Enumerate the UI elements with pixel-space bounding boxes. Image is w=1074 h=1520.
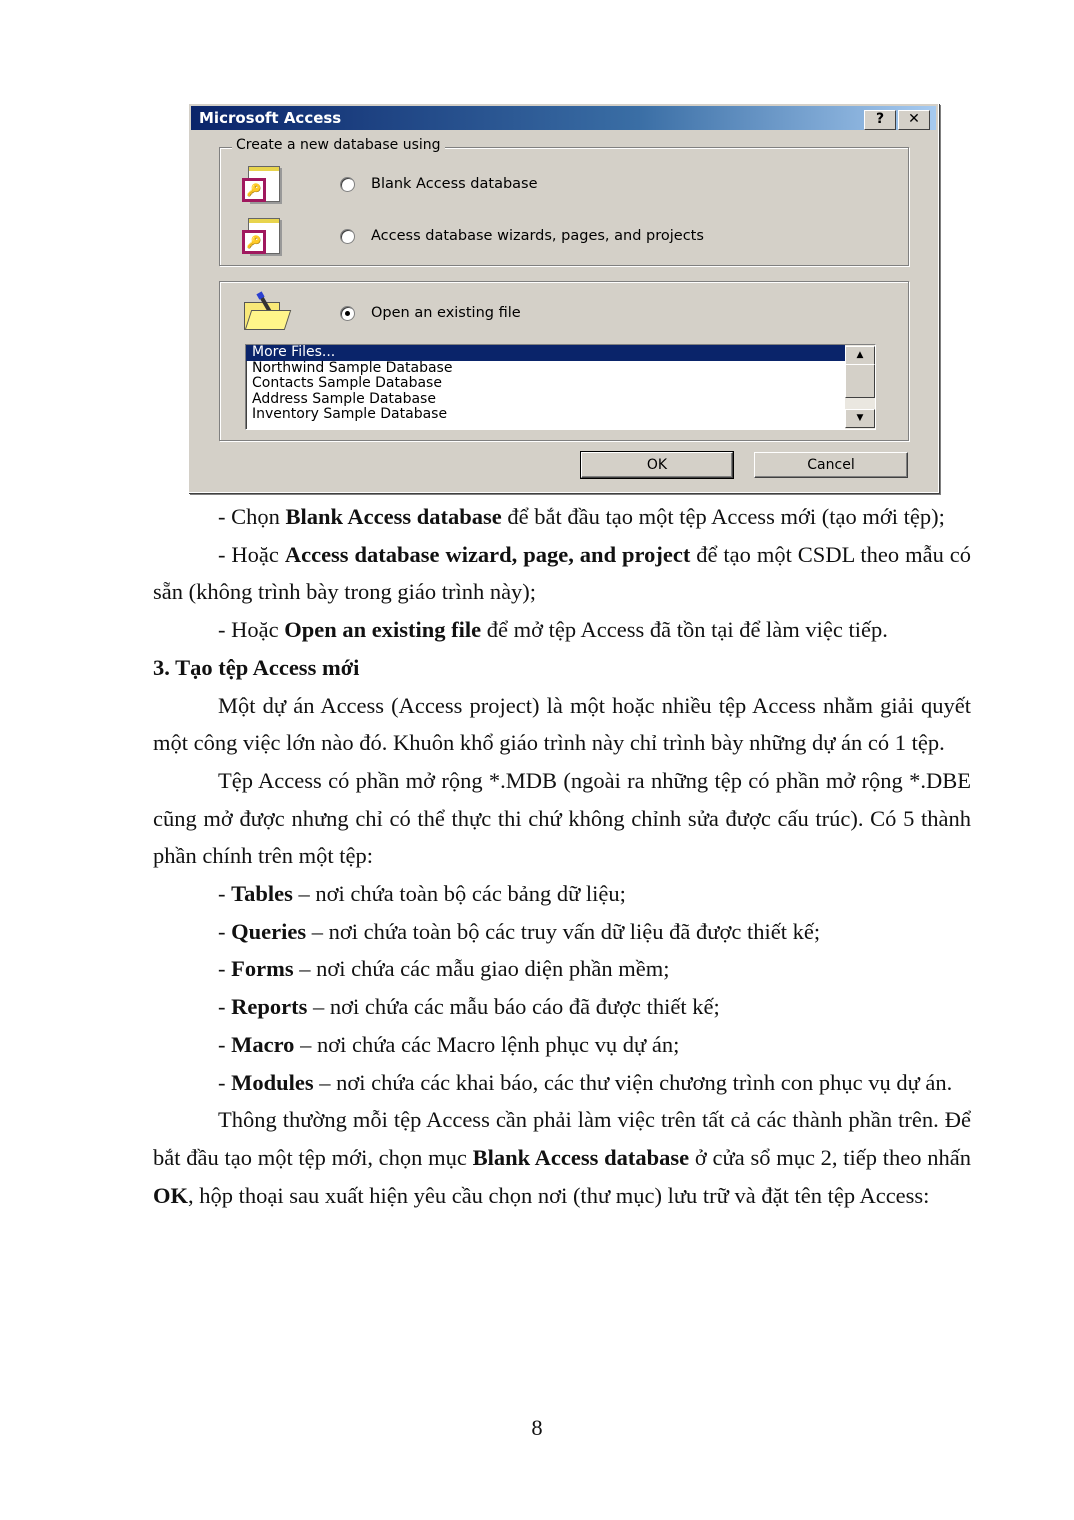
open-existing-file-label: Open an existing file: [371, 305, 521, 321]
component-queries: - Queries – nơi chứa toàn bộ các truy vấ…: [153, 913, 971, 951]
text: để mở tệp Access đã tồn tại để làm việc …: [481, 617, 888, 643]
recent-files-list[interactable]: More Files... Northwind Sample Database …: [245, 344, 876, 430]
text: , hộp thoại sau xuất hiện yêu cầu chọn n…: [188, 1182, 930, 1208]
open-existing-file-radio[interactable]: [340, 305, 355, 321]
cancel-button[interactable]: Cancel: [754, 452, 908, 478]
microsoft-access-dialog: Microsoft Access ? ✕ Create a new databa…: [188, 103, 939, 493]
text: – nơi chứa toàn bộ các truy vấn dữ liệu …: [306, 918, 821, 944]
paragraph-access-project: Một dự án Access (Access project) là một…: [153, 692, 971, 756]
bold-term: Blank Access database: [472, 1144, 690, 1170]
page-number: 8: [531, 1415, 543, 1440]
text: – nơi chứa toàn bộ các bảng dữ liệu;: [292, 881, 626, 907]
key-icon: 🔑: [242, 230, 266, 254]
text: - Hoặc: [218, 541, 285, 567]
component-forms: - Forms – nơi chứa các mẫu giao diện phầ…: [153, 950, 971, 988]
text: -: [218, 994, 232, 1020]
list-item-address[interactable]: Address Sample Database: [246, 391, 875, 408]
option-database-wizards[interactable]: Access database wizards, pages, and proj…: [340, 228, 704, 244]
list-item-inventory[interactable]: Inventory Sample Database: [246, 406, 875, 423]
section-heading: 3. Tạo tệp Access mới: [153, 654, 360, 680]
text: - Hoặc: [218, 617, 285, 643]
list-item-more-files[interactable]: More Files...: [246, 345, 845, 361]
text: – nơi chứa các mẫu giao diện phần mềm;: [293, 956, 670, 982]
bold-term: Modules: [231, 1069, 314, 1095]
blank-database-label: Blank Access database: [371, 176, 538, 192]
text: -: [218, 956, 232, 982]
component-macro: - Macro – nơi chứa các Macro lệnh phục v…: [153, 1026, 971, 1064]
bold-term: Forms: [231, 956, 294, 982]
database-wizards-label: Access database wizards, pages, and proj…: [371, 228, 704, 244]
create-group-legend: Create a new database using: [232, 137, 445, 153]
list-item-northwind[interactable]: Northwind Sample Database: [246, 360, 875, 377]
option-blank-database[interactable]: Blank Access database: [340, 176, 538, 192]
paragraph-create-new-file: Thông thường mỗi tệp Access cần phải làm…: [153, 1101, 971, 1214]
paragraph-file-extension: Tệp Access có phần mở rộng *.MDB (ngoài …: [153, 767, 971, 869]
dialog-titlebar[interactable]: Microsoft Access ? ✕: [191, 106, 936, 130]
text: ở cửa sổ mục 2, tiếp theo nhấn: [689, 1144, 971, 1170]
bold-term: Reports: [231, 994, 308, 1020]
text: – nơi chứa các khai báo, các thư viện ch…: [313, 1069, 953, 1095]
database-wizard-icon: 🔑: [242, 218, 282, 256]
folder-front: [244, 310, 292, 330]
text: -: [218, 881, 232, 907]
text: -: [218, 918, 232, 944]
dialog-title: Microsoft Access: [199, 109, 342, 127]
bold-term: Open an existing file: [284, 617, 482, 643]
bullet-database-wizard: - Hoặc Access database wizard, page, and…: [153, 536, 971, 611]
database-wizards-radio[interactable]: [340, 228, 355, 244]
blank-database-icon: 🔑: [242, 166, 282, 204]
option-open-existing-file[interactable]: Open an existing file: [340, 305, 521, 321]
bold-term: Queries: [231, 918, 307, 944]
bold-term: Blank Access database: [285, 504, 502, 529]
text: -: [218, 1031, 232, 1057]
ok-button[interactable]: OK: [580, 451, 734, 479]
component-tables: - Tables – nơi chứa toàn bộ các bảng dữ …: [153, 875, 971, 913]
bold-term: Macro: [231, 1031, 295, 1057]
text: – nơi chứa các Macro lệnh phục vụ dự án;: [294, 1031, 680, 1057]
scroll-up-arrow-icon[interactable]: ▲: [845, 346, 875, 365]
list-item-contacts[interactable]: Contacts Sample Database: [246, 375, 875, 392]
component-reports: - Reports – nơi chứa các mẫu báo cáo đã …: [153, 988, 971, 1026]
open-folder-icon: [244, 294, 292, 330]
bold-term: Access database wizard, page, and projec…: [284, 541, 691, 567]
bullet-open-existing: - Hoặc Open an existing file để mở tệp A…: [153, 611, 971, 649]
key-icon: 🔑: [242, 178, 266, 202]
scroll-thumb[interactable]: [845, 364, 875, 398]
bold-term: OK: [153, 1182, 189, 1208]
bullet-blank-database: - Chọn Blank Access database để bắt đầu …: [153, 498, 971, 536]
text: - Chọn: [218, 504, 286, 529]
create-database-group: Create a new database using 🔑 Blank Acce…: [219, 137, 909, 266]
blank-database-radio[interactable]: [340, 176, 355, 192]
close-button[interactable]: ✕: [898, 110, 930, 130]
text: để bắt đầu tạo một tệp Access mới (tạo m…: [501, 504, 945, 529]
document-body: - Chọn Blank Access database để bắt đầu …: [153, 498, 971, 1214]
bold-term: Tables: [231, 881, 293, 907]
text: – nơi chứa các mẫu báo cáo đã được thiết…: [307, 994, 720, 1020]
component-modules: - Modules – nơi chứa các khai báo, các t…: [153, 1064, 971, 1102]
list-scrollbar[interactable]: ▲ ▼: [845, 345, 875, 429]
help-button[interactable]: ?: [864, 110, 896, 130]
text: -: [218, 1069, 232, 1095]
scroll-down-arrow-icon[interactable]: ▼: [845, 409, 875, 428]
